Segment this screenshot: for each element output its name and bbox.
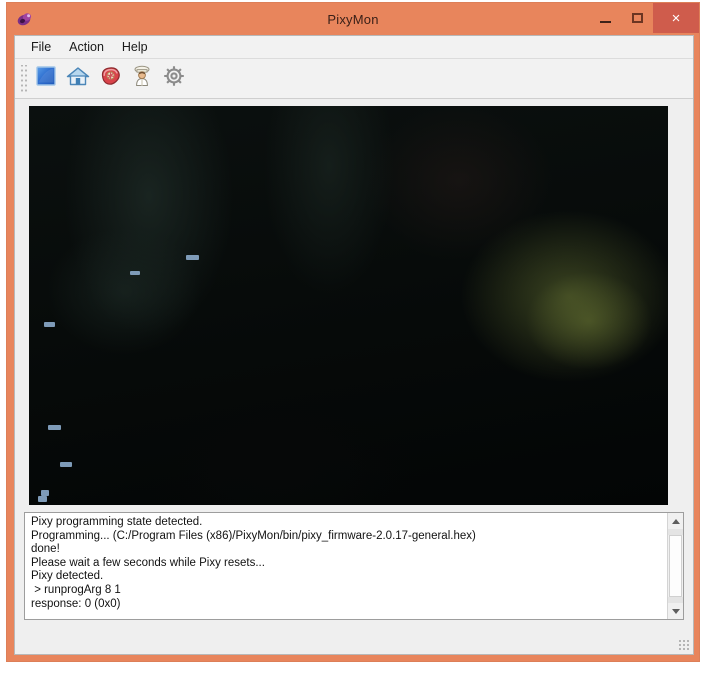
detected-object-blob bbox=[48, 425, 61, 430]
window-controls: × bbox=[589, 3, 699, 33]
scroll-down-button[interactable] bbox=[668, 603, 683, 619]
scrollbar-thumb[interactable] bbox=[669, 535, 682, 597]
camera-scene bbox=[29, 106, 668, 505]
menu-item-file[interactable]: File bbox=[22, 38, 60, 56]
maximize-icon bbox=[631, 13, 643, 23]
chef-icon bbox=[131, 65, 153, 92]
video-pane bbox=[24, 106, 684, 506]
raw-video-button[interactable] bbox=[94, 63, 126, 95]
pixy-camera-feed[interactable] bbox=[29, 106, 668, 505]
console-panel: Pixy programming state detected. Program… bbox=[24, 512, 684, 620]
detected-object-blob bbox=[44, 322, 55, 327]
home-button[interactable] bbox=[62, 63, 94, 95]
scrollbar-track[interactable] bbox=[668, 529, 683, 603]
minimize-icon bbox=[599, 21, 611, 23]
minimize-button[interactable] bbox=[589, 3, 621, 33]
blue-square-icon bbox=[35, 65, 57, 92]
scroll-up-button[interactable] bbox=[668, 513, 683, 529]
client-area: File Action Help Pixy programming state … bbox=[14, 35, 694, 655]
close-button[interactable]: × bbox=[653, 3, 699, 33]
scroll-down-icon bbox=[671, 608, 680, 614]
detected-object-blob bbox=[38, 496, 47, 502]
toolbar-drag-handle[interactable] bbox=[19, 64, 28, 93]
house-icon bbox=[66, 65, 90, 92]
scroll-up-icon bbox=[671, 518, 680, 524]
menu-item-action[interactable]: Action bbox=[60, 38, 113, 56]
console-output[interactable]: Pixy programming state detected. Program… bbox=[25, 513, 667, 619]
title-bar[interactable]: PixyMon × bbox=[7, 3, 699, 35]
resize-grip[interactable] bbox=[678, 639, 690, 651]
close-icon: × bbox=[671, 9, 681, 27]
toolbar bbox=[15, 59, 693, 99]
menu-item-help[interactable]: Help bbox=[113, 38, 157, 56]
maximize-button[interactable] bbox=[621, 3, 653, 33]
detected-object-blob bbox=[60, 462, 72, 467]
application-window: PixyMon × File Action Help Pixy programm… bbox=[6, 2, 700, 662]
cooked-video-button[interactable] bbox=[126, 63, 158, 95]
meat-icon bbox=[98, 65, 122, 92]
play-pause-button[interactable] bbox=[30, 63, 62, 95]
config-button[interactable] bbox=[158, 63, 190, 95]
detected-object-blob bbox=[186, 255, 199, 260]
detected-object-blob bbox=[130, 271, 140, 275]
scrollbar-track-bottom bbox=[668, 597, 683, 603]
menu-bar: File Action Help bbox=[15, 36, 693, 59]
console-scrollbar[interactable] bbox=[667, 513, 683, 619]
gear-icon bbox=[162, 64, 186, 93]
